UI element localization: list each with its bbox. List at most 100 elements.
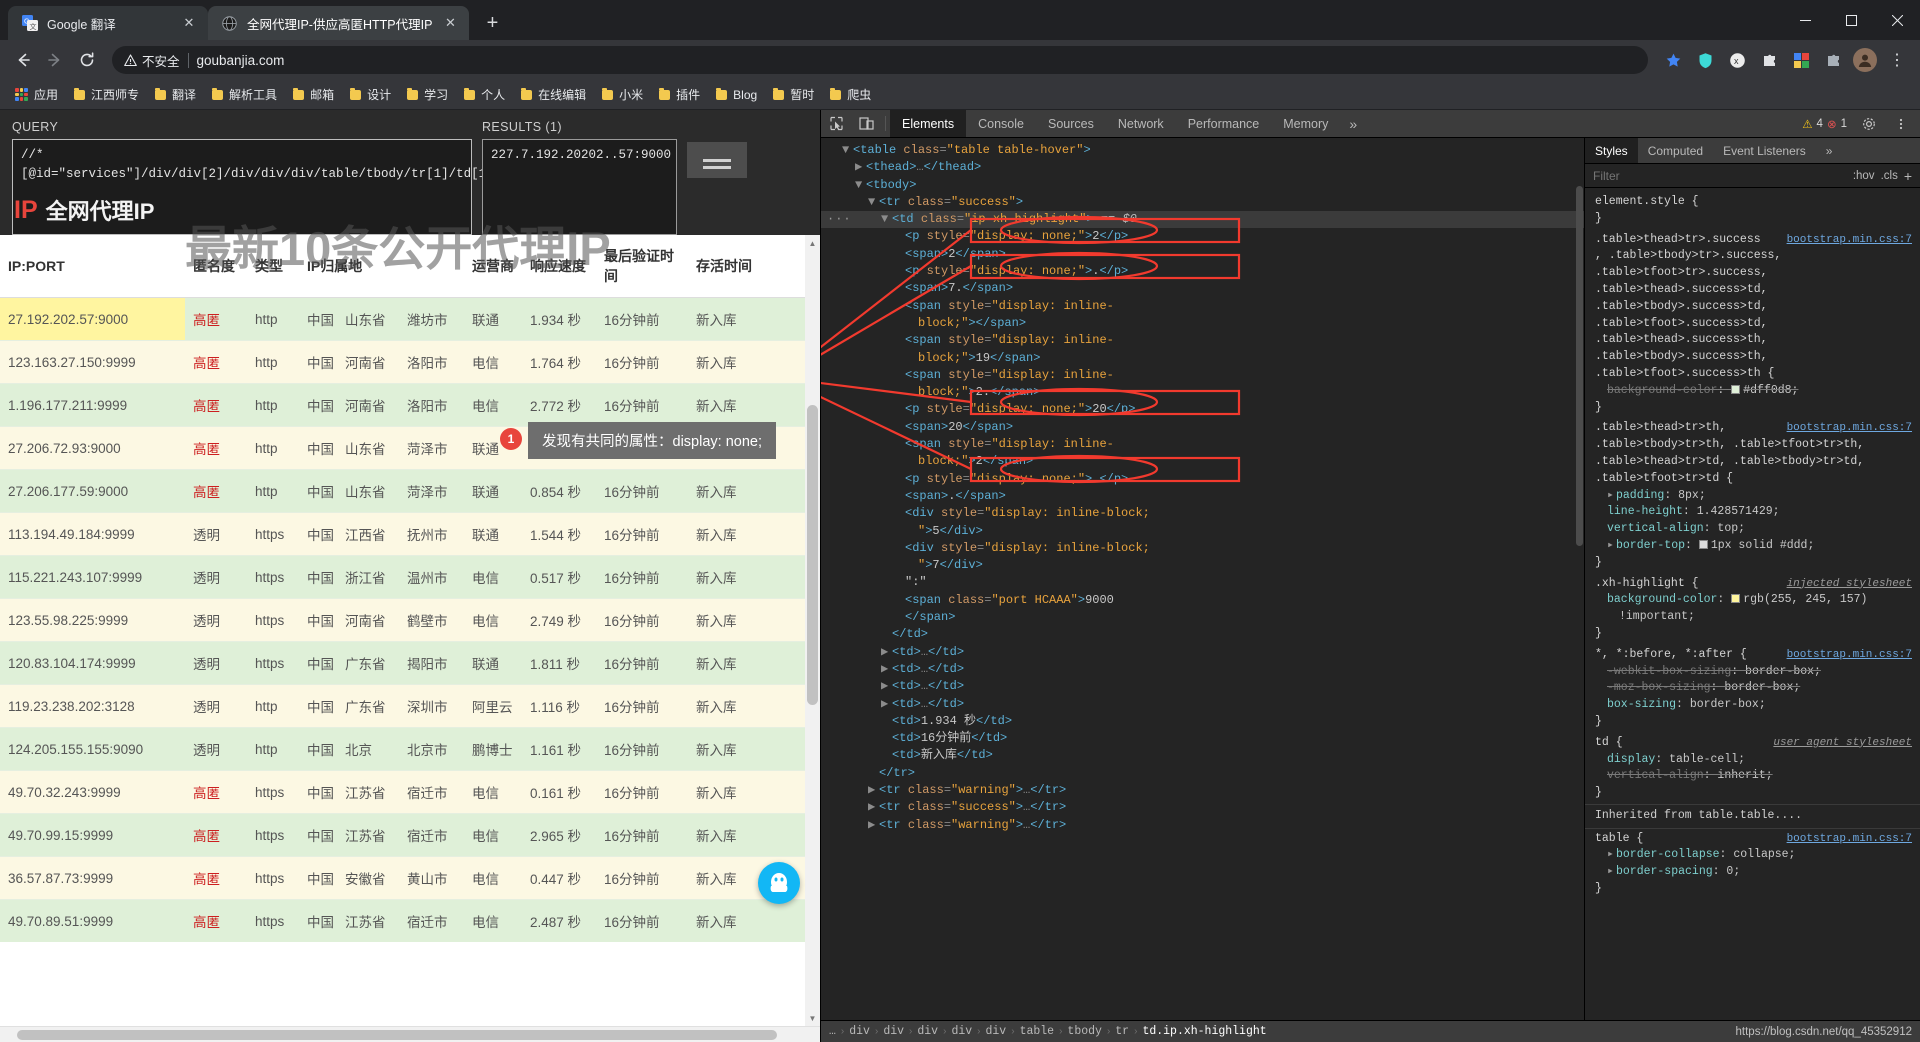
breadcrumb-item[interactable]: tr xyxy=(1115,1025,1129,1038)
col-anon[interactable]: 匿名度 xyxy=(185,235,247,298)
style-rule[interactable]: td {user agent stylesheet display: table-… xyxy=(1585,733,1920,804)
cell-ip-port[interactable]: 123.163.27.150:9999 xyxy=(0,340,185,384)
dom-node-line[interactable]: ▶ <tr class="warning">…</tr> xyxy=(821,817,1584,834)
dom-node-line[interactable]: </span> xyxy=(821,609,1584,626)
style-declaration[interactable]: ▸ border-spacing: 0; xyxy=(1595,864,1912,881)
dom-scrollbar[interactable] xyxy=(1575,138,1584,1020)
address-bar[interactable]: 不安全 goubanjia.com xyxy=(112,46,1648,74)
browser-menu-icon[interactable]: ⋮ xyxy=(1882,45,1912,75)
scrollbar-thumb[interactable] xyxy=(1576,186,1583,546)
style-declaration[interactable]: background-color: #dff0d8; xyxy=(1595,383,1912,400)
cell-ip-port[interactable]: 120.83.104.174:9999 xyxy=(0,641,185,685)
devtools-tab-network[interactable]: Network xyxy=(1106,110,1176,137)
col-alive[interactable]: 存活时间 xyxy=(688,235,820,298)
breadcrumb-item[interactable]: div xyxy=(849,1025,870,1038)
dom-node-line[interactable]: <span>20</span> xyxy=(821,419,1584,436)
cell-ip-port[interactable]: 115.221.243.107:9999 xyxy=(0,555,185,599)
cell-ip-port[interactable]: 49.70.32.243:9999 xyxy=(0,770,185,814)
reload-icon[interactable] xyxy=(72,45,102,75)
dom-node-line[interactable]: block;"></span> xyxy=(821,315,1584,332)
style-selector[interactable]: element.style { xyxy=(1595,195,1699,208)
warning-count-badge[interactable]: ⚠ 4 ⊗ 1 xyxy=(1797,117,1852,131)
dom-node-line[interactable]: <td>新入库</td> xyxy=(821,747,1584,764)
bookmark-item-4[interactable]: 邮箱 xyxy=(286,83,341,106)
dom-node-line[interactable]: ">7</div> xyxy=(821,557,1584,574)
styles-filter-input[interactable] xyxy=(1593,168,1847,183)
devtools-tab-sources[interactable]: Sources xyxy=(1036,110,1106,137)
bookmark-item-10[interactable]: 插件 xyxy=(652,83,707,106)
style-selector[interactable]: td { xyxy=(1595,736,1623,749)
style-declaration[interactable]: ▸ padding: 8px; xyxy=(1595,488,1912,505)
style-declaration[interactable]: vertical-align: inherit; xyxy=(1595,768,1912,785)
style-selector[interactable]: .table>tbody>tr>th, .table>tfoot>tr>th, xyxy=(1595,438,1864,451)
table-row[interactable]: 1.196.177.211:9999 高匿 http 中国 河南省 洛阳市 电信 2.772 … xyxy=(0,383,820,427)
dom-tree[interactable]: ▼ <table class="table table-hover"> ▶ <thea… xyxy=(821,138,1584,834)
table-row[interactable]: 36.57.87.73:9999 高匿 https 中国 安徽省 黄山市 电信 0.447 秒… xyxy=(0,856,820,900)
style-selector[interactable]: .table>tbody>.success>th, xyxy=(1595,350,1768,363)
style-declaration[interactable]: background-color: rgb(255, 245, 157) xyxy=(1595,592,1912,609)
style-selector[interactable]: .table>tfoot>tr>td { xyxy=(1595,472,1733,485)
disclosure-triangle-icon[interactable]: ▼ xyxy=(855,177,866,194)
col-isp[interactable]: 运营商 xyxy=(464,235,522,298)
table-row[interactable]: 27.192.202.57:9000 高匿 http 中国 山东省 潍坊市 联通 1.934 … xyxy=(0,297,820,341)
browser-tab-1[interactable]: 全网代理IP-供应高匿HTTP代理IP ✕ xyxy=(208,6,470,40)
col-ip-port[interactable]: IP:PORT xyxy=(0,235,185,298)
style-source-link[interactable]: bootstrap.min.css:7 xyxy=(1787,647,1912,664)
kebab-icon[interactable] xyxy=(1886,117,1916,131)
styles-more-tabs-icon[interactable]: » xyxy=(1816,138,1843,163)
dom-node-line[interactable]: ▶ <td>…</td> xyxy=(821,696,1584,713)
style-declaration[interactable]: ▸ border-top: 1px solid #ddd; xyxy=(1595,538,1912,555)
gear-icon[interactable] xyxy=(1854,117,1884,131)
disclosure-triangle-icon[interactable]: ▶ xyxy=(881,696,892,713)
col-location[interactable]: IP归属地 xyxy=(299,235,464,298)
x-extension-icon[interactable]: x xyxy=(1722,45,1752,75)
disclosure-triangle-icon[interactable]: ▶ xyxy=(868,817,879,834)
disclosure-triangle-icon[interactable]: ▶ xyxy=(881,678,892,695)
device-toolbar-icon[interactable] xyxy=(851,110,881,137)
browser-tab-0[interactable]: G文 Google 翻译 ✕ xyxy=(8,6,208,40)
style-rule[interactable]: element.style {} xyxy=(1585,192,1920,230)
cell-ip-port[interactable]: 1.196.177.211:9999 xyxy=(0,383,185,427)
table-row[interactable]: 49.70.89.51:9999 高匿 https 中国 江苏省 宿迁市 电信 2.487 秒… xyxy=(0,899,820,942)
dom-node-line[interactable]: ▶ <td>…</td> xyxy=(821,644,1584,661)
style-rule[interactable]: .table>thead>tr>.success bootstrap.min.cs… xyxy=(1585,230,1920,419)
forward-icon[interactable] xyxy=(40,45,70,75)
dom-node-line[interactable]: ▶ <td>…</td> xyxy=(821,661,1584,678)
bookmark-item-11[interactable]: Blog xyxy=(709,85,764,105)
dom-node-line[interactable]: ▶ <td>…</td> xyxy=(821,678,1584,695)
cell-ip-port[interactable]: 27.206.72.93:9000 xyxy=(0,426,185,470)
disclosure-triangle-icon[interactable]: ▼ xyxy=(881,211,892,228)
breadcrumb-item[interactable]: div xyxy=(917,1025,938,1038)
style-declaration[interactable]: vertical-align: top; xyxy=(1595,521,1912,538)
style-declaration[interactable]: box-sizing: border-box; xyxy=(1595,697,1912,714)
style-declaration[interactable]: ▸ border-collapse: collapse; xyxy=(1595,847,1912,864)
style-selector[interactable]: .table>thead>tr>.success xyxy=(1595,233,1761,246)
dom-node-line[interactable]: <span style="display: inline- xyxy=(821,298,1584,315)
bookmark-item-8[interactable]: 在线编辑 xyxy=(514,83,593,106)
dom-node-line[interactable]: <span style="display: inline- xyxy=(821,367,1584,384)
disclosure-triangle-icon[interactable]: ▶ xyxy=(855,159,866,176)
bookmark-item-2[interactable]: 翻译 xyxy=(148,83,203,106)
page-horizontal-scrollbar[interactable] xyxy=(0,1026,820,1042)
cell-ip-port[interactable]: 49.70.99.15:9999 xyxy=(0,813,185,857)
expand-arrow-icon[interactable]: ▸ xyxy=(1607,538,1616,555)
style-rule[interactable]: .table>thead>tr>th, bootstrap.min.css:7 .t… xyxy=(1585,418,1920,573)
cell-ip-port[interactable]: 36.57.87.73:9999 xyxy=(0,856,185,900)
scroll-up-arrow[interactable]: ▲ xyxy=(805,235,820,251)
dom-node-line[interactable]: block;">2</span> xyxy=(821,453,1584,470)
style-rule[interactable]: .xh-highlight {injected stylesheet backgr… xyxy=(1585,574,1920,645)
breadcrumb-item[interactable]: div xyxy=(951,1025,972,1038)
breadcrumb-item[interactable]: tbody xyxy=(1067,1025,1102,1038)
cell-ip-port[interactable]: 123.55.98.225:9999 xyxy=(0,598,185,642)
devtools-tab-performance[interactable]: Performance xyxy=(1176,110,1272,137)
dom-node-line[interactable]: ▼ <tr class="success"> xyxy=(821,194,1584,211)
disclosure-triangle-icon[interactable]: ▼ xyxy=(868,194,879,211)
bookmark-item-1[interactable]: 江西师专 xyxy=(67,83,146,106)
table-row[interactable]: 115.221.243.107:9999 透明 https 中国 浙江省 温州市 电信 0.5… xyxy=(0,555,820,599)
shield-icon[interactable] xyxy=(1690,45,1720,75)
avatar[interactable] xyxy=(1850,45,1880,75)
styles-tab-event-listeners[interactable]: Event Listeners xyxy=(1713,138,1816,163)
dom-node-line[interactable]: <p style="display: none;">.</p> xyxy=(821,263,1584,280)
tab-close-icon[interactable]: ✕ xyxy=(441,14,459,32)
style-source-link[interactable]: bootstrap.min.css:7 xyxy=(1787,831,1912,848)
